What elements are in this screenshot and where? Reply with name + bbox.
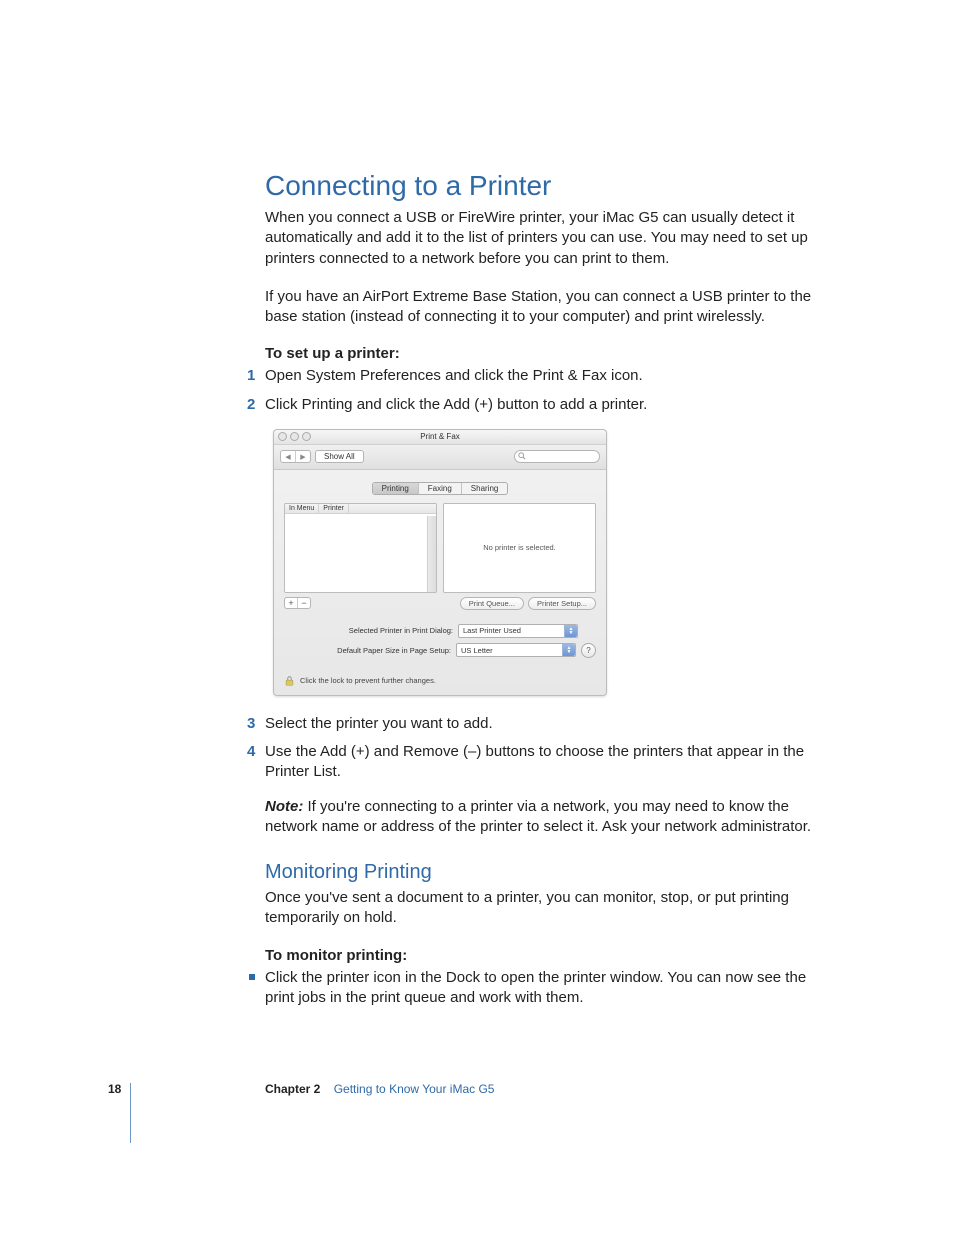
search-input[interactable] [514, 450, 600, 463]
setup-lead: To set up a printer: [265, 345, 824, 362]
step-3: 3Select the printer you want to add. [265, 714, 824, 734]
section-heading: Connecting to a Printer [265, 170, 824, 202]
add-button[interactable]: + [285, 598, 298, 608]
remove-button[interactable]: − [298, 598, 310, 608]
printer-setup-button[interactable]: Printer Setup... [528, 597, 596, 610]
step-4-text: Use the Add (+) and Remove (–) buttons t… [265, 743, 804, 780]
bullet-1-text: Click the printer icon in the Dock to op… [265, 969, 806, 1006]
chevron-updown-icon: ▲▼ [564, 625, 577, 637]
nav-buttons[interactable]: ◀ ▶ [280, 450, 311, 463]
intro-paragraph-2: If you have an AirPort Extreme Base Stat… [265, 287, 824, 328]
tab-faxing[interactable]: Faxing [419, 483, 462, 494]
add-remove-buttons: + − [284, 597, 311, 609]
chapter-title: Getting to Know Your iMac G5 [334, 1082, 495, 1096]
monitor-lead: To monitor printing: [265, 947, 824, 964]
print-queue-button[interactable]: Print Queue... [460, 597, 524, 610]
selected-printer-label: Selected Printer in Print Dialog: [284, 626, 453, 635]
printfax-window: Print & Fax ◀ ▶ Show All Printing Faxing… [273, 429, 607, 696]
forward-icon[interactable]: ▶ [296, 451, 310, 462]
back-icon[interactable]: ◀ [281, 451, 296, 462]
printer-list[interactable]: In Menu Printer [284, 503, 437, 593]
col-in-menu: In Menu [285, 504, 319, 513]
search-icon [518, 452, 526, 462]
default-paper-value: US Letter [461, 646, 493, 655]
chapter-label: Chapter 2 [265, 1082, 320, 1096]
note-paragraph: Note: If you're connecting to a printer … [265, 797, 824, 838]
window-titlebar: Print & Fax [274, 430, 606, 445]
tab-segmented-control: Printing Faxing Sharing [284, 482, 596, 495]
monitor-intro: Once you've sent a document to a printer… [265, 888, 824, 929]
bullet-1: Click the printer icon in the Dock to op… [265, 968, 824, 1009]
note-label: Note: [265, 798, 308, 815]
footer-divider [130, 1083, 131, 1143]
tab-sharing[interactable]: Sharing [462, 483, 508, 494]
bullet-icon [249, 974, 255, 980]
note-text: If you're connecting to a printer via a … [265, 798, 811, 835]
window-title: Print & Fax [274, 432, 606, 441]
no-printer-text: No printer is selected. [483, 543, 556, 552]
show-all-button[interactable]: Show All [315, 450, 364, 463]
default-paper-label: Default Paper Size in Page Setup: [284, 646, 451, 655]
step-1-text: Open System Preferences and click the Pr… [265, 367, 643, 384]
step-3-text: Select the printer you want to add. [265, 715, 493, 732]
selected-printer-popup[interactable]: Last Printer Used ▲▼ [458, 624, 578, 638]
help-button[interactable]: ? [581, 643, 596, 658]
lock-icon[interactable] [284, 675, 295, 687]
tab-printing[interactable]: Printing [373, 483, 419, 494]
chevron-updown-icon: ▲▼ [562, 644, 575, 656]
step-2-text: Click Printing and click the Add (+) but… [265, 396, 647, 413]
step-1: 1Open System Preferences and click the P… [265, 366, 824, 386]
step-2: 2Click Printing and click the Add (+) bu… [265, 395, 824, 415]
step-4: 4Use the Add (+) and Remove (–) buttons … [265, 742, 824, 783]
lock-text: Click the lock to prevent further change… [300, 676, 436, 685]
scrollbar[interactable] [427, 516, 436, 592]
subsection-heading: Monitoring Printing [265, 861, 824, 884]
selected-printer-value: Last Printer Used [463, 626, 521, 635]
intro-paragraph-1: When you connect a USB or FireWire print… [265, 208, 824, 269]
col-printer: Printer [319, 504, 349, 513]
window-toolbar: ◀ ▶ Show All [274, 445, 606, 470]
default-paper-popup[interactable]: US Letter ▲▼ [456, 643, 576, 657]
printer-detail-pane: No printer is selected. [443, 503, 596, 593]
page-number: 18 [108, 1082, 121, 1096]
